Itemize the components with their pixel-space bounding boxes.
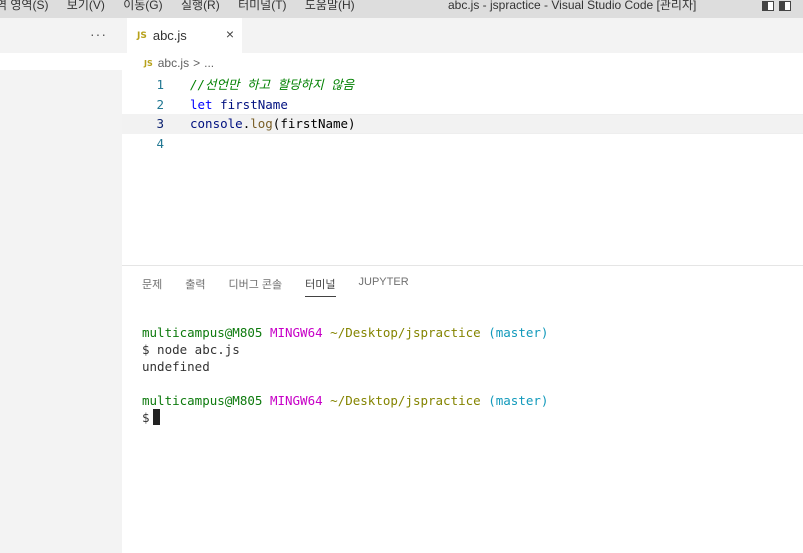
- menu-bar: 역 영역(S) 보기(V) 이동(G) 실행(R) 터미널(T) 도움말(H): [0, 0, 370, 13]
- window-title: abc.js - jspractice - Visual Studio Code…: [448, 0, 697, 12]
- menu-go[interactable]: 이동(G): [123, 0, 162, 13]
- code-args: (firstName): [272, 116, 356, 131]
- terminal-host: MINGW64: [269, 393, 323, 408]
- menu-run[interactable]: 실행(R): [181, 0, 220, 13]
- editor-tab-bar: JS abc.js ×: [122, 18, 803, 53]
- breadcrumb: JS abc.js > ...: [144, 56, 214, 70]
- code-editor[interactable]: JS abc.js > ... 1 //선언만 하고 할당하지 않음 2 let…: [122, 53, 803, 265]
- chevron-right-icon: >: [193, 56, 201, 70]
- code-object: console: [190, 116, 243, 131]
- title-bar: 역 영역(S) 보기(V) 이동(G) 실행(R) 터미널(T) 도움말(H) …: [0, 0, 803, 18]
- code-line[interactable]: 2 let firstName: [122, 95, 803, 115]
- bottom-panel: 문제 출력 디버그 콘솔 터미널 JUPYTER multicampus@M80…: [122, 265, 803, 553]
- sidebar-selected-item[interactable]: [0, 53, 122, 70]
- tab-problems[interactable]: 문제: [142, 276, 162, 297]
- code-comment: //선언만 하고 할당하지 않음: [190, 77, 355, 92]
- layout-controls: [762, 0, 796, 14]
- code-method: log: [250, 116, 273, 131]
- more-actions-icon[interactable]: ···: [90, 26, 107, 42]
- tab-jupyter[interactable]: JUPYTER: [359, 276, 409, 297]
- breadcrumb-symbol[interactable]: ...: [204, 56, 214, 70]
- terminal-user: multicampus@M805: [142, 325, 263, 340]
- terminal-cursor: [152, 409, 160, 425]
- javascript-file-icon: JS: [137, 30, 147, 41]
- breadcrumb-file[interactable]: abc.js: [158, 56, 189, 70]
- menu-selection[interactable]: 역 영역(S): [0, 0, 48, 13]
- menu-terminal[interactable]: 터미널(T): [238, 0, 286, 13]
- line-number: 1: [156, 77, 164, 92]
- code-line-current[interactable]: 3 console.log(firstName): [122, 114, 803, 134]
- code-text: console.log(firstName): [190, 114, 356, 134]
- terminal-input-line[interactable]: $: [142, 409, 792, 426]
- terminal-user: multicampus@M805: [142, 393, 263, 408]
- toggle-sidebar-icon[interactable]: [762, 1, 774, 11]
- terminal-branch: (master): [488, 325, 549, 340]
- menu-help[interactable]: 도움말(H): [305, 0, 355, 13]
- tab-terminal[interactable]: 터미널: [305, 276, 336, 297]
- terminal-path: ~/Desktop/jspractice: [330, 393, 481, 408]
- line-number: 3: [156, 116, 164, 131]
- code-line[interactable]: 4: [122, 134, 803, 154]
- tab-abc-js[interactable]: JS abc.js ×: [127, 18, 242, 53]
- terminal-command: $ node abc.js: [142, 342, 240, 357]
- close-icon[interactable]: ×: [226, 26, 234, 42]
- tab-label: abc.js: [152, 28, 187, 43]
- terminal[interactable]: multicampus@M805 MINGW64 ~/Desktop/jspra…: [142, 324, 792, 426]
- line-number: 2: [156, 96, 164, 112]
- terminal-prompt-line: multicampus@M805 MINGW64 ~/Desktop/jspra…: [142, 324, 792, 341]
- code-identifier: firstName: [220, 96, 288, 112]
- code-keyword: let: [190, 96, 213, 112]
- menu-view[interactable]: 보기(V): [67, 0, 105, 13]
- terminal-branch: (master): [488, 393, 549, 408]
- terminal-input-prompt: $: [142, 410, 150, 425]
- terminal-prompt-line: multicampus@M805 MINGW64 ~/Desktop/jspra…: [142, 392, 792, 409]
- code-text: let firstName: [190, 95, 288, 115]
- tab-debug-console[interactable]: 디버그 콘솔: [229, 276, 283, 297]
- terminal-path: ~/Desktop/jspractice: [330, 325, 481, 340]
- panel-tabs: 문제 출력 디버그 콘솔 터미널 JUPYTER: [142, 276, 432, 297]
- line-number: 4: [156, 135, 164, 151]
- terminal-host: MINGW64: [269, 325, 323, 340]
- code-lines: 1 //선언만 하고 할당하지 않음 2 let firstName 3 con…: [122, 75, 803, 153]
- tab-output[interactable]: 출력: [185, 276, 205, 297]
- code-line[interactable]: 1 //선언만 하고 할당하지 않음: [122, 75, 803, 95]
- toggle-panel-icon[interactable]: [779, 1, 791, 11]
- sidebar: ···: [0, 18, 122, 553]
- terminal-output: undefined: [142, 359, 210, 374]
- javascript-file-icon: JS: [144, 58, 153, 68]
